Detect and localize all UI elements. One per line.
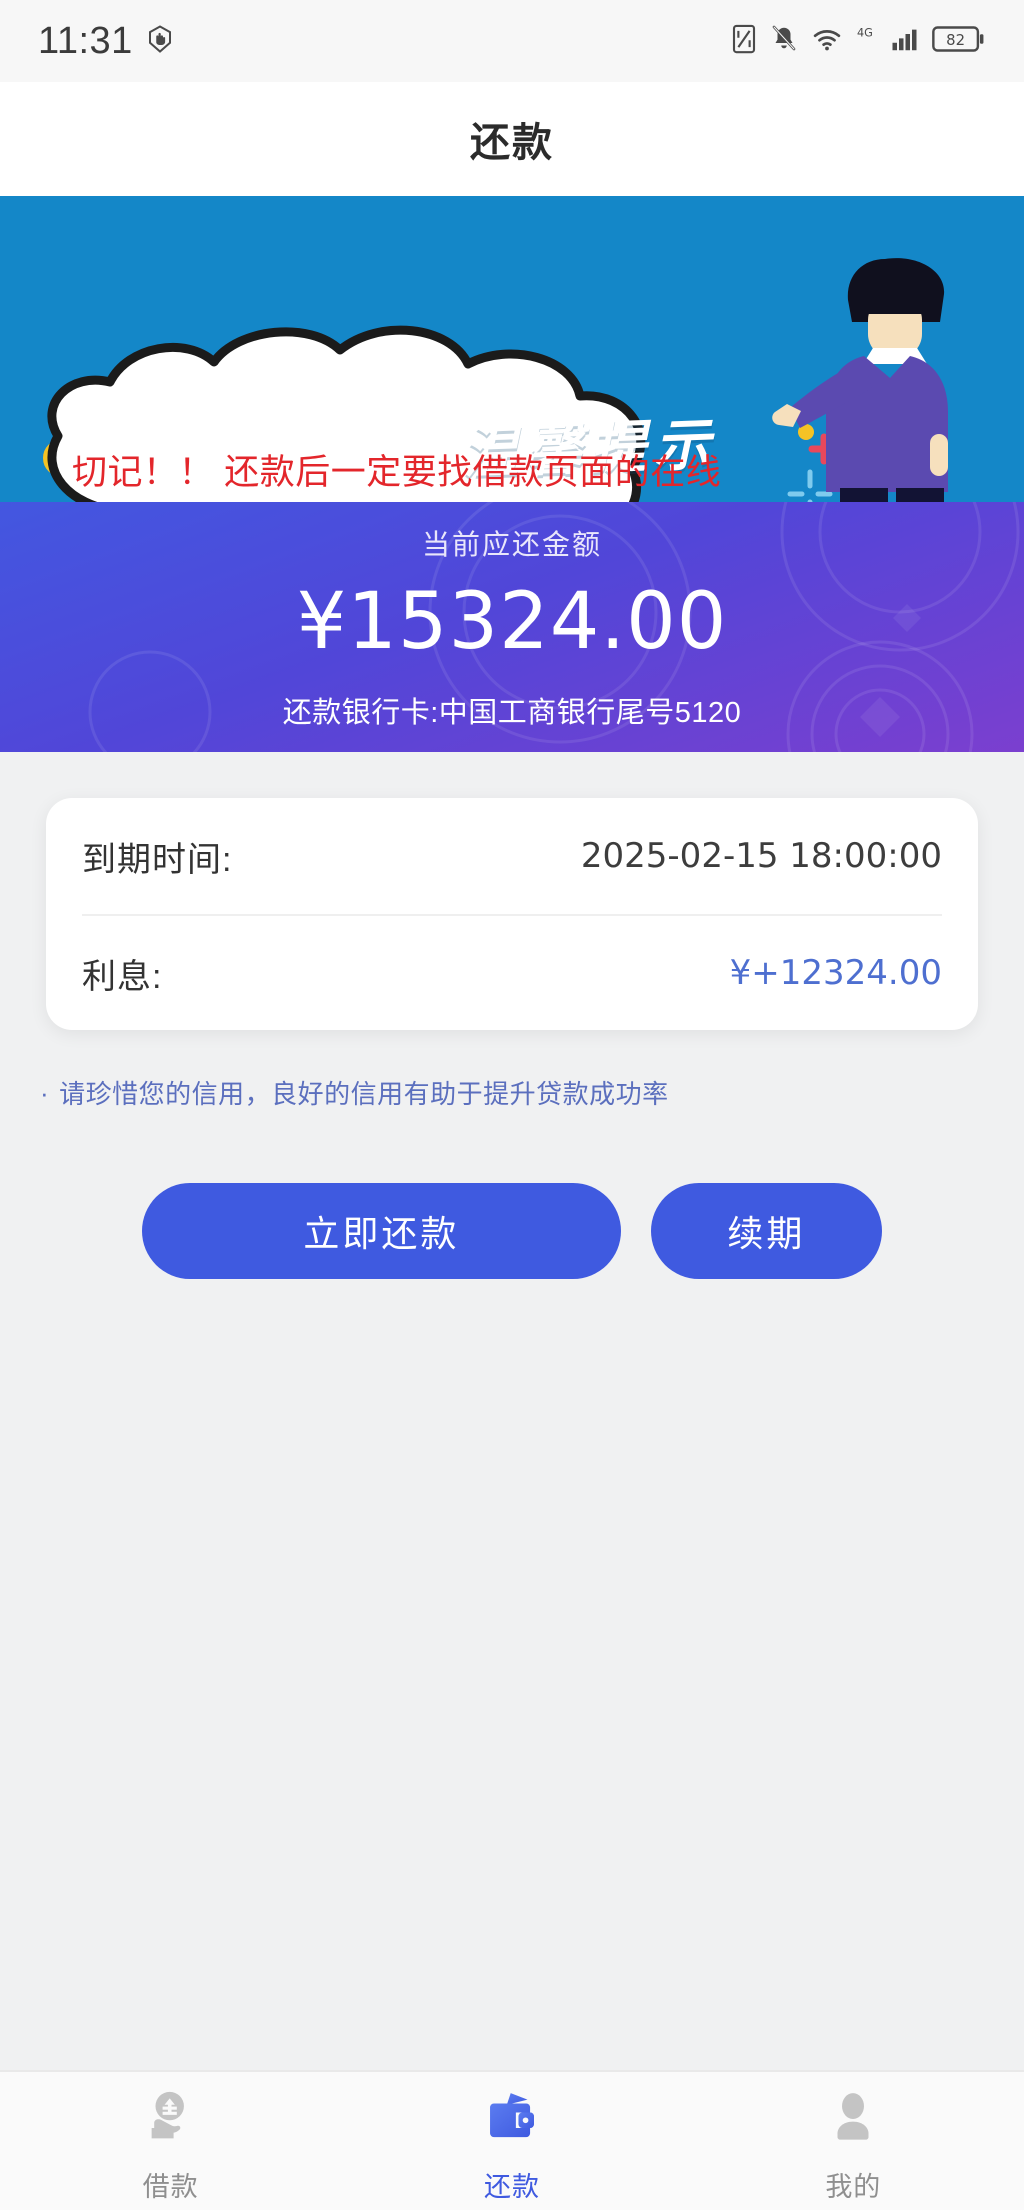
status-bar: 11:31 4G 82 [0,0,1024,82]
svg-text:4G: 4G [857,26,873,39]
bottom-nav: 借款 还款 我的 [0,2070,1024,2210]
signal-icon [891,24,919,59]
tab-profile-label: 我的 [825,2172,882,2202]
hand-yen-icon [140,2088,202,2155]
interest-label: 利息: [82,957,163,996]
tab-borrow[interactable]: 借款 [2,2088,340,2204]
bell-muted-icon [770,24,798,59]
bullet-icon: · [40,1077,50,1108]
extend-button[interactable]: 续期 [650,1183,882,1279]
repay-now-button[interactable]: 立即还款 [142,1183,621,1279]
repayment-bank-card: 还款银行卡:中国工商银行尾号5120 [282,697,742,729]
credit-notice-text: 请珍惜您的信用，良好的信用有助于提升贷款成功率 [59,1079,669,1109]
tab-borrow-label: 借款 [142,2172,199,2202]
table-row-interest: 利息: ¥+12324.00 [82,914,942,1030]
battery-level-text: 82 [946,31,965,49]
page-title-bar: 还款 [0,82,1024,196]
action-buttons: 立即还款 续期 [0,1183,1024,1279]
amount-hero: 当前应还金额 ¥15324.00 还款银行卡:中国工商银行尾号5120 [0,502,1024,752]
amount-due-label: 当前应还金额 [421,529,602,560]
content-body: 到期时间: 2025-02-15 18:00:00 利息: ¥+12324.00… [0,798,1024,1279]
tab-profile[interactable]: 我的 [684,2088,1022,2204]
battery-icon: 82 [932,24,986,59]
wallet-icon [481,2088,543,2155]
tab-repay[interactable]: 还款 [343,2088,681,2204]
interest-value: ¥+12324.00 [729,953,942,993]
table-row-due-date: 到期时间: 2025-02-15 18:00:00 [82,798,942,914]
loan-detail-card: 到期时间: 2025-02-15 18:00:00 利息: ¥+12324.00 [46,798,978,1030]
nfc-icon [731,24,757,59]
person-icon [822,2088,884,2155]
page-title: 还款 [470,121,554,165]
status-time: 11:31 [38,19,133,62]
due-date-label: 到期时间: [82,840,233,879]
due-date-value: 2025-02-15 18:00:00 [580,836,942,876]
status-bar-left: 11:31 [38,20,175,63]
network-type-label: 4G [856,24,878,59]
wifi-icon [811,24,843,59]
tip-body-text: 切记！！ 还款后一定要找借款页面的在线客服销账。如果还款通道没用也去联系在线客服… [72,453,722,492]
palm-icon [145,24,175,59]
status-bar-right: 4G 82 [731,24,986,59]
tip-banner[interactable]: 温馨提示 切记！！ 还款后一定要找借款页面的在线客服销账。如果还款通道没用也去联… [0,196,1024,502]
amount-due-value: ¥15324.00 [296,577,728,667]
app-screen: 11:31 4G 82 还款 温馨提示 切记！！ 还款后一定要找借款页面的在线 … [0,0,1024,2210]
tab-repay-label: 还款 [483,2172,540,2202]
credit-notice: · 请珍惜您的信用，良好的信用有助于提升贷款成功率 [40,1074,1024,1111]
